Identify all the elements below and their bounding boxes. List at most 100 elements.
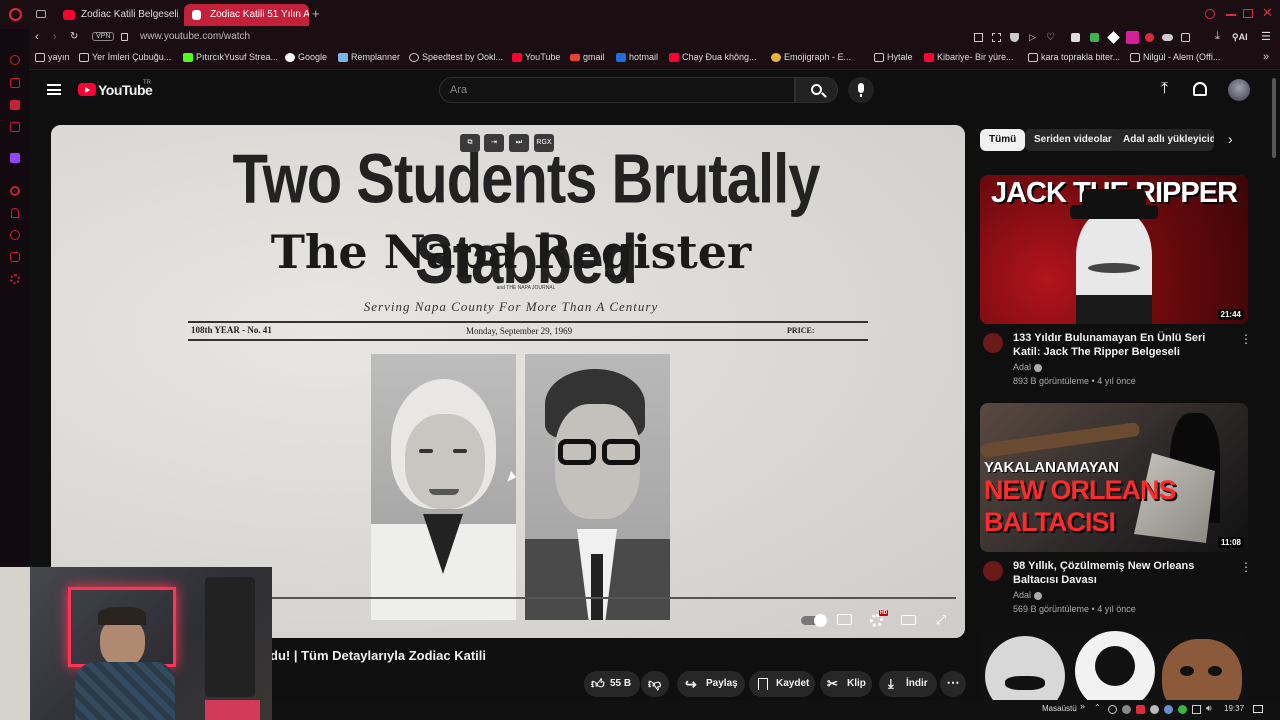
bookmarks-overflow-icon[interactable]: » <box>1263 51 1269 63</box>
skip-icon[interactable]: ⏭ <box>509 134 529 152</box>
sidebar-aria-icon[interactable] <box>10 55 20 65</box>
tab-zodiac-active[interactable]: Zodiac Katili 51 Yılın Ar <box>184 4 309 26</box>
related-video-title[interactable]: 133 Yıldır Bulunamayan En Ünlü Seri Kati… <box>1013 331 1228 359</box>
vpn-badge[interactable]: VPN <box>92 32 115 41</box>
ext-green-icon[interactable] <box>1090 33 1099 42</box>
ai-button[interactable]: ⚲AI <box>1232 32 1248 43</box>
notifications-bell-icon[interactable] <box>1193 82 1207 96</box>
new-tab-button[interactable]: + <box>312 6 320 21</box>
subtitles-icon[interactable] <box>834 610 856 630</box>
tray-app-icon[interactable] <box>1150 705 1159 714</box>
heart-icon[interactable]: ♡ <box>1046 32 1055 43</box>
download-icon[interactable]: ⤓ <box>1215 30 1220 43</box>
shield-icon[interactable] <box>1010 33 1019 42</box>
bookmark-item[interactable]: Nilgül - Alem (Offi... <box>1130 52 1220 62</box>
bookmark-item[interactable]: Hytale <box>874 52 913 62</box>
forward-icon[interactable]: › <box>53 31 57 43</box>
page-scrollbar[interactable] <box>1270 78 1278 698</box>
chip-from-uploader[interactable]: Adal adlı yükleyiciden <box>1114 129 1214 151</box>
bookmark-item[interactable]: Emojigraph - E... <box>771 52 851 62</box>
bookmark-item[interactable]: Remplanner <box>338 52 400 62</box>
bookmark-item[interactable]: hotmail <box>616 52 658 62</box>
more-options-icon[interactable]: ⋮ <box>1240 332 1252 346</box>
ext-diamond-icon[interactable] <box>1107 31 1120 44</box>
restore-window-button[interactable] <box>1243 9 1253 18</box>
sidebar-media-icon[interactable] <box>10 122 20 132</box>
more-options-icon[interactable]: ⋮ <box>1240 560 1252 574</box>
tray-app-icon[interactable] <box>1122 705 1131 714</box>
reload-icon[interactable]: ↻ <box>70 31 78 42</box>
bookmark-item[interactable]: Chạy Đua không... <box>669 52 757 62</box>
theater-mode-icon[interactable] <box>898 610 920 630</box>
related-thumbnail[interactable]: JACK THE RIPPER 21:44 <box>980 175 1248 324</box>
channel-avatar[interactable] <box>983 333 1003 353</box>
sidebar-settings-icon[interactable] <box>10 274 20 284</box>
save-button[interactable]: Kaydet <box>749 671 815 697</box>
channel-name[interactable]: Adal <box>1013 590 1042 600</box>
channel-avatar[interactable] <box>983 561 1003 581</box>
ext-pink-icon[interactable] <box>1126 31 1139 44</box>
tray-app-icon[interactable] <box>1136 705 1145 714</box>
avatar[interactable] <box>1228 79 1250 101</box>
tray-app-icon[interactable] <box>1164 705 1173 714</box>
bookmark-item[interactable]: Kibariye- Bir yüre... <box>924 52 1014 62</box>
settings-gear-icon[interactable]: HD <box>866 610 889 630</box>
play-icon[interactable]: ▷ <box>1029 32 1036 43</box>
sidebar-pin-icon[interactable] <box>11 208 19 218</box>
volume-icon[interactable]: 🔊︎ <box>1206 703 1212 714</box>
url-field[interactable]: www.youtube.com/watch <box>140 31 250 42</box>
channel-name[interactable]: Adal <box>1013 362 1042 372</box>
download-button[interactable]: ⤓ İndir <box>879 671 937 697</box>
share-button[interactable]: ↪ Paylaş <box>677 671 745 697</box>
search-input[interactable]: Ara <box>439 77 795 103</box>
close-window-button[interactable]: ✕ <box>1262 5 1273 21</box>
bookmark-item[interactable]: yayın <box>35 52 70 62</box>
dislike-button[interactable]: 👎︎ <box>641 671 669 697</box>
ext-red-icon[interactable] <box>1071 33 1080 42</box>
related-thumbnail[interactable] <box>980 631 1248 700</box>
bookmark-item[interactable]: kara toprakla biter... <box>1028 52 1120 62</box>
notifications-icon[interactable] <box>1253 705 1263 713</box>
bookmark-item[interactable]: PıtırcıkYusuf Strea... <box>183 52 278 62</box>
ext-redcircle-icon[interactable] <box>1145 33 1154 42</box>
bookmark-item[interactable]: Speedtest by Ookl... <box>409 52 503 62</box>
network-icon[interactable] <box>1192 705 1201 714</box>
snapshot-icon[interactable] <box>974 33 983 42</box>
bookmark-item[interactable]: YouTube <box>512 52 560 62</box>
clock[interactable]: 19:37 <box>1224 704 1244 713</box>
sidebar-twitch-icon[interactable] <box>10 153 20 163</box>
minimize-window-button[interactable] <box>1226 14 1236 16</box>
like-button[interactable]: 👍︎ 55 B <box>584 671 640 697</box>
back-icon[interactable]: ‹ <box>35 31 39 43</box>
sidebar-shop-icon[interactable] <box>10 78 20 88</box>
sidebar-player-icon[interactable] <box>10 186 20 196</box>
chips-next-icon[interactable]: › <box>1228 131 1233 147</box>
search-button[interactable] <box>795 77 838 103</box>
tray-app-icon[interactable] <box>1178 705 1187 714</box>
hamburger-menu-icon[interactable] <box>47 84 61 95</box>
tray-overflow-icon[interactable]: » <box>1080 701 1085 711</box>
related-video-title[interactable]: 98 Yıllık, Çözülmemiş New Orleans Baltac… <box>1013 559 1228 587</box>
tray-up-arrow-icon[interactable]: ⌃ <box>1094 703 1101 712</box>
clip-button[interactable]: ✂ Klip <box>820 671 872 697</box>
screenshot-icon[interactable] <box>992 33 1001 42</box>
sidebar-history-icon[interactable] <box>10 230 20 240</box>
video-player[interactable]: Two Students Brutally Stabbed The Napa R… <box>51 125 965 638</box>
chip-series-videos[interactable]: Seriden videolar <box>1025 129 1121 151</box>
chip-all[interactable]: Tümü <box>980 129 1026 151</box>
ext-puzzle-icon[interactable] <box>1181 33 1190 42</box>
opera-logo-icon[interactable] <box>9 8 22 21</box>
more-actions-button[interactable]: ⋯ <box>940 671 966 697</box>
autoplay-toggle[interactable] <box>801 610 827 630</box>
related-thumbnail[interactable]: YAKALANAMAYAN NEW ORLEANS BALTACISI 11:0… <box>980 403 1248 552</box>
tab-zodiac-belgeseli[interactable]: Zodiac Katili Belgeseli | 51 <box>55 4 178 26</box>
upload-icon[interactable]: ⤒ <box>1161 80 1168 98</box>
bookmark-item[interactable]: gmail <box>570 52 605 62</box>
rgx-button[interactable]: RGX <box>534 134 554 152</box>
ext-cloud-icon[interactable] <box>1162 34 1173 41</box>
sidebar-chat-icon[interactable] <box>10 100 20 110</box>
fullscreen-icon[interactable]: ⤢ <box>930 610 952 630</box>
desktop-label[interactable]: Masaüstü <box>1042 704 1077 713</box>
pip-icon[interactable]: ⇥ <box>484 134 504 152</box>
tray-app-icon[interactable] <box>1108 705 1117 714</box>
